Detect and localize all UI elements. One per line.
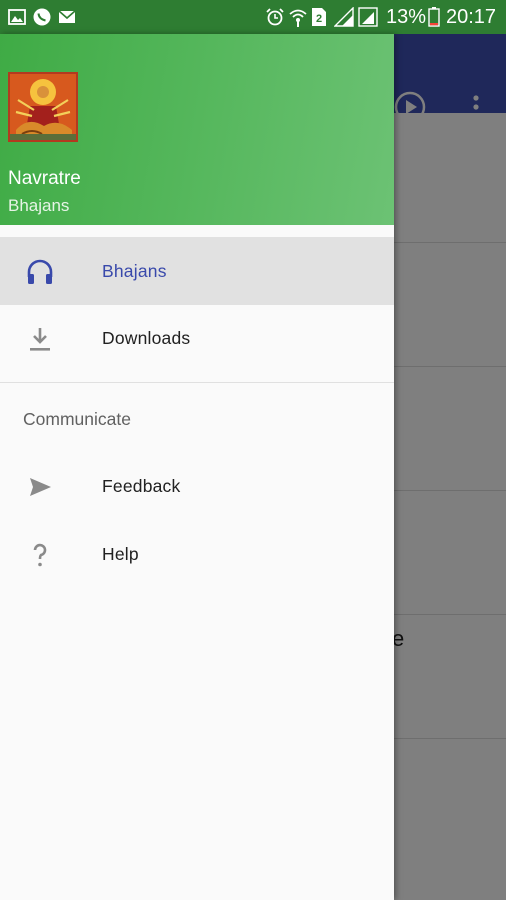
drawer-item-help[interactable]: Help	[0, 520, 394, 588]
signal-icon	[334, 7, 354, 27]
drawer-item-label: Help	[102, 544, 139, 564]
clock: 20:17	[446, 6, 497, 28]
signal-icon	[358, 7, 378, 27]
drawer-item-label: Feedback	[102, 476, 181, 496]
wifi-icon	[289, 9, 307, 27]
whatsapp-icon	[33, 8, 51, 26]
drawer-header-title: Navratre	[8, 168, 81, 189]
download-icon	[30, 328, 50, 351]
mail-icon	[58, 10, 76, 23]
drawer-item-feedback[interactable]: Feedback	[0, 452, 394, 520]
send-icon	[30, 478, 51, 496]
battery-percent: 13%	[386, 6, 427, 28]
battery-icon	[428, 7, 440, 27]
drawer-item-downloads[interactable]: Downloads	[0, 304, 394, 372]
status-bar: 2 13% 20:17	[0, 0, 506, 34]
drawer-divider	[0, 382, 394, 383]
drawer-header-subtitle: Bhajans	[8, 196, 70, 215]
alarm-icon	[266, 8, 284, 26]
drawer-item-label: Downloads	[102, 328, 191, 348]
sim-slot-number: 2	[316, 13, 322, 25]
goddess-durga-image	[8, 72, 78, 142]
section-header-communicate: Communicate	[23, 409, 131, 429]
help-icon	[33, 543, 47, 567]
drawer-header: Navratre Bhajans	[0, 34, 394, 225]
gallery-icon	[8, 9, 26, 25]
headphones-icon	[27, 259, 53, 284]
drawer-item-label: Bhajans	[102, 261, 167, 281]
drawer-item-bhajans[interactable]: Bhajans	[0, 237, 394, 305]
navigation-drawer: Navratre Bhajans Bhajans Downloads Commu…	[0, 34, 394, 900]
sim-icon: 2	[312, 8, 326, 26]
